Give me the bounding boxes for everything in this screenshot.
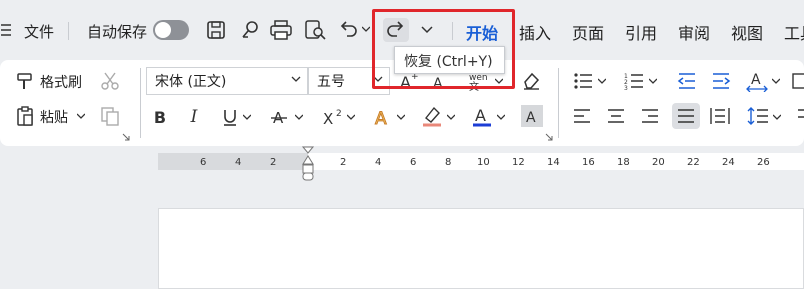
document-page[interactable] [158,208,804,289]
highlight-color-icon[interactable] [420,104,444,128]
ruler-tick: 8 [445,157,452,168]
align-center-icon[interactable] [605,105,627,127]
superscript-dropdown-icon[interactable] [346,112,356,122]
ruler-tick: 2 [340,157,347,168]
divider [68,22,69,40]
italic-icon[interactable]: I [184,106,204,128]
undo-dropdown-icon[interactable] [361,22,371,36]
align-right-icon[interactable] [639,105,661,127]
clear-formatting-icon[interactable] [519,69,543,91]
ruler-tick: 26 [757,157,770,168]
paste-icon[interactable] [14,105,36,127]
tab-references[interactable]: 引用 [625,20,657,44]
increase-indent-icon[interactable] [709,70,733,92]
font-dialog-launcher-icon[interactable] [545,133,553,141]
ruler-tick: 24 [722,157,735,168]
file-menu[interactable]: 文件 [24,21,54,42]
bold-icon[interactable]: B [150,106,170,128]
tab-page[interactable]: 页面 [572,20,604,44]
numbered-list-dropdown-icon[interactable] [648,76,658,86]
font-name-select[interactable]: 宋体 (正文) [146,67,308,95]
copy-icon[interactable] [98,105,122,127]
distributed-align-icon[interactable] [708,105,732,127]
indent-marker-icon[interactable] [301,146,315,182]
line-spacing-icon[interactable] [746,104,770,128]
paragraph-more-icon[interactable] [796,106,804,128]
highlight-annotation-box [372,9,515,89]
tab-view[interactable]: 视图 [731,20,763,44]
cut-icon[interactable] [98,70,122,92]
format-painter-label[interactable]: 格式刷 [40,72,82,92]
character-shading-icon[interactable]: A [521,105,543,127]
ruler-tick: 12 [512,157,525,168]
ruler-tick: 14 [547,157,560,168]
toggle-knob [155,22,171,38]
line-spacing-dropdown-icon[interactable] [772,112,782,122]
svg-text:A: A [475,106,486,125]
strikethrough-icon[interactable]: A [268,106,290,128]
superscript-icon[interactable]: X2 [320,106,346,128]
tab-review[interactable]: 审阅 [678,20,710,44]
strikethrough-dropdown-icon[interactable] [294,112,304,122]
hamburger-menu-icon[interactable] [0,20,12,40]
ruler-tick: 18 [617,157,630,168]
ruler-tick: 22 [687,157,700,168]
font-color-dropdown-icon[interactable] [496,112,506,122]
bulleted-list-dropdown-icon[interactable] [597,76,607,86]
ruler-tick: 16 [582,157,595,168]
undo-icon[interactable] [336,18,360,42]
tab-tools[interactable]: 工具 [784,20,804,44]
character-spacing-dropdown-icon[interactable] [771,76,781,86]
numbered-list-icon[interactable]: 123 [622,70,646,92]
ruler-tick: 2 [270,157,277,168]
save-icon[interactable] [204,18,228,42]
underline-icon[interactable] [220,106,240,128]
svg-text:X: X [323,110,333,126]
sort-icon[interactable] [792,70,804,92]
ruler-tick: 6 [410,157,417,168]
svg-text:A: A [751,72,761,88]
svg-text:3: 3 [624,85,628,90]
font-size-value: 五号 [317,74,345,90]
underline-dropdown-icon[interactable] [242,112,252,122]
svg-text:A: A [526,110,536,124]
ruler-tick: 20 [652,157,665,168]
ruler-tick: 4 [375,157,382,168]
divider [558,68,559,138]
character-spacing-icon[interactable]: A [745,69,769,93]
print-preview-icon[interactable] [302,18,328,42]
ruler-tick: 6 [200,157,207,168]
print-icon[interactable] [268,18,294,42]
ruler-tick: 10 [477,157,490,168]
chevron-down-icon [291,76,301,84]
svg-text:A: A [375,109,387,127]
highlight-dropdown-icon[interactable] [446,112,456,122]
paste-dropdown-icon[interactable] [76,111,86,121]
clipboard-dialog-launcher-icon[interactable] [122,133,130,141]
font-name-value: 宋体 (正文) [155,74,227,90]
autosave-label: 自动保存 [87,23,148,41]
text-effect-icon[interactable]: A [370,106,394,128]
text-effect-dropdown-icon[interactable] [396,112,406,122]
autosave-toggle[interactable] [153,20,189,40]
ruler-tick: 4 [235,157,242,168]
share-link-icon[interactable] [238,18,262,42]
decrease-indent-icon[interactable] [675,70,699,92]
align-left-icon[interactable] [571,105,593,127]
svg-text:2: 2 [336,109,342,119]
ruler-margin-left [158,153,308,170]
bulleted-list-icon[interactable] [571,70,595,92]
font-color-icon[interactable]: A [470,104,494,128]
paste-label[interactable]: 粘贴 [40,107,68,127]
justify-icon[interactable] [672,103,700,129]
format-painter-icon[interactable] [14,71,36,91]
divider [140,68,141,138]
tab-insert[interactable]: 插入 [519,20,551,44]
